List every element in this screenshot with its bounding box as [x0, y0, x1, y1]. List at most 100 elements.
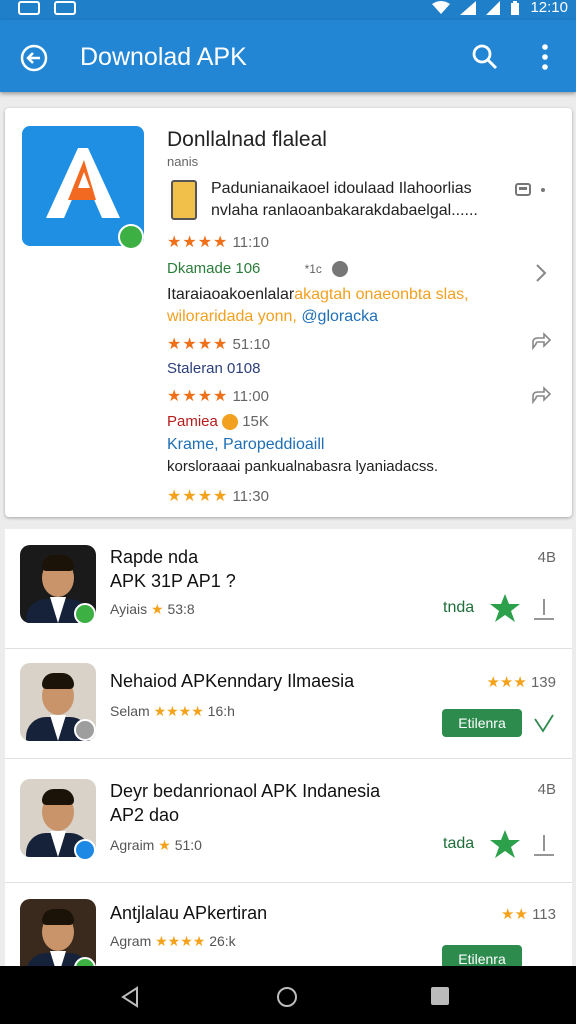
rating-count: 113	[532, 906, 556, 923]
app-name: Nehaiod APKenndary Ilmaesia	[110, 671, 355, 691]
info-count: 15K	[242, 413, 269, 430]
action-label[interactable]: tada	[443, 835, 474, 853]
meta-stars: ★★★★	[155, 933, 206, 949]
meta-label: Ayiais	[110, 601, 148, 617]
meta-value: 26:k	[209, 933, 236, 949]
dot-icon	[541, 188, 545, 192]
status-badge-icon	[74, 603, 96, 625]
app-size: 4B	[537, 781, 556, 798]
meta-value: 53:8	[167, 601, 195, 617]
verified-badge-icon	[118, 224, 144, 250]
app-description: Padunianaikaoel idoulaad Ilahoorlias nvl…	[211, 180, 478, 219]
meta-value: 16:h	[207, 703, 235, 719]
meta-stars: ★★★★	[153, 703, 204, 719]
app-meta: Selam ★★★★ 16:h	[110, 703, 235, 720]
meta-label: Agram	[110, 933, 152, 949]
coin-icon	[222, 414, 239, 431]
star-icon[interactable]	[489, 829, 521, 859]
clock: 12:10	[530, 0, 568, 16]
app-meta: Agraim ★ 51:0	[110, 837, 202, 854]
signal-icon	[460, 1, 477, 15]
app-name: Rapde nda	[110, 547, 199, 567]
cast-icon[interactable]	[515, 182, 531, 198]
app-name-line2: AP2 dao	[110, 805, 180, 825]
rating-value: 51:10	[232, 336, 271, 353]
list-item[interactable]: Deyr bedanrionaol APK Indanesia AP2 dao …	[5, 759, 572, 883]
info-row-f[interactable]: Krame, Paropeddioaill	[167, 436, 324, 454]
info-extra: *1c	[304, 262, 322, 276]
app-title: Donllalnad flaleal	[167, 128, 327, 151]
status-badge-icon	[74, 719, 96, 741]
image-notification-icon	[54, 1, 76, 15]
info-row-b: Itaraiaoakoenlalarakagtah onaeonbta slas…	[167, 286, 469, 304]
info-row-a: Dkamade 106 *1c	[167, 260, 349, 278]
rating-row-4: ★★★★ 11:30	[167, 486, 269, 506]
signal-icon-2	[486, 1, 501, 15]
app-size: 4B	[537, 549, 556, 566]
meta-label: Selam	[110, 703, 150, 719]
chevron-right-icon[interactable]	[530, 262, 552, 284]
list-item[interactable]: Antjlalau APkertiran Agram ★★★★ 26:k ★★ …	[5, 883, 572, 969]
notification-icon	[18, 1, 40, 15]
rating-stars: ★★★★	[167, 234, 229, 251]
rating-stars: ★★★★	[167, 388, 229, 405]
info-label: Dkamade 106	[167, 260, 261, 277]
check-icon[interactable]	[533, 711, 555, 735]
info-text: Itaraiaoakoenlalar	[167, 286, 295, 303]
app-meta: Ayiais ★ 53:8	[110, 601, 195, 618]
search-icon[interactable]	[470, 42, 500, 72]
app-name: Deyr bedanrionaol APK Indanesia	[110, 781, 381, 801]
featured-app-card[interactable]: Donllalnad flaleal nanis Padunianaikaoel…	[5, 108, 572, 517]
app-icon[interactable]	[22, 126, 144, 250]
back-arrow-icon[interactable]	[18, 42, 50, 74]
more-vert-icon[interactable]	[534, 42, 556, 72]
meta-value: 51:0	[174, 837, 202, 853]
back-icon[interactable]	[120, 986, 140, 1008]
star-icon[interactable]	[489, 593, 521, 623]
rating-stars: ★★	[501, 906, 528, 923]
list-item[interactable]: Rapde nda APK 31P AP1 ? Ayiais ★ 53:8 4B…	[5, 529, 572, 649]
info-highlight: akagtah onaeonbta slas,	[294, 286, 469, 303]
download-icon[interactable]	[533, 597, 555, 621]
info-highlight-2: wiloraridada yonn,	[167, 308, 297, 325]
info-row-g: korsloraaai pankualnabasra lyaniadacss.	[167, 458, 438, 475]
app-name: Antjlalau APkertiran	[110, 903, 268, 923]
install-button[interactable]: Etilenra	[442, 709, 522, 737]
rating-row-2: ★★★★ 51:10	[167, 334, 270, 354]
rating-stars: ★★★	[486, 674, 527, 691]
author-link[interactable]: @gloracka	[301, 308, 378, 325]
status-badge-icon	[74, 839, 96, 861]
wifi-icon	[432, 1, 451, 14]
meta-stars: ★	[150, 601, 164, 617]
home-icon[interactable]	[276, 986, 298, 1008]
download-icon[interactable]	[533, 833, 555, 857]
app-list: Rapde nda APK 31P AP1 ? Ayiais ★ 53:8 4B…	[5, 529, 572, 969]
share-icon-2[interactable]	[530, 384, 552, 406]
action-label[interactable]: tnda	[443, 599, 474, 617]
page-title: Downolad APK	[80, 43, 247, 71]
app-meta: Agram ★★★★ 26:k	[110, 933, 236, 950]
rating-count: 139	[530, 674, 556, 691]
meta-label: Agraim	[110, 837, 155, 853]
status-bar: 12:10	[0, 0, 576, 20]
info-row-e: Pamiea 15K	[167, 413, 269, 431]
recents-icon[interactable]	[430, 986, 450, 1006]
rating-value: 11:10	[232, 234, 269, 251]
screenshot-thumbnail[interactable]	[171, 180, 197, 220]
battery-icon	[511, 0, 520, 15]
rating-stars: ★★★★	[167, 488, 229, 505]
list-item[interactable]: Nehaiod APKenndary Ilmaesia Selam ★★★★ 1…	[5, 649, 572, 759]
info-label: Pamiea	[167, 413, 218, 430]
info-row-d: Staleran 0108	[167, 360, 261, 377]
app-rating: ★★★ 139	[486, 673, 556, 691]
rating-value: 11:00	[232, 388, 269, 405]
app-bar: Downolad APK	[0, 20, 576, 92]
rating-row-3: ★★★★ 11:00	[167, 386, 269, 406]
app-name-line2: APK 31P AP1 ?	[110, 571, 236, 591]
app-subtitle: nanis	[167, 154, 199, 169]
info-row-c: wiloraridada yonn, @gloracka	[167, 308, 378, 326]
share-icon[interactable]	[530, 330, 552, 352]
rating-stars: ★★★★	[167, 336, 229, 353]
rating-value: 11:30	[232, 488, 269, 505]
app-rating: ★★ 113	[501, 905, 556, 923]
